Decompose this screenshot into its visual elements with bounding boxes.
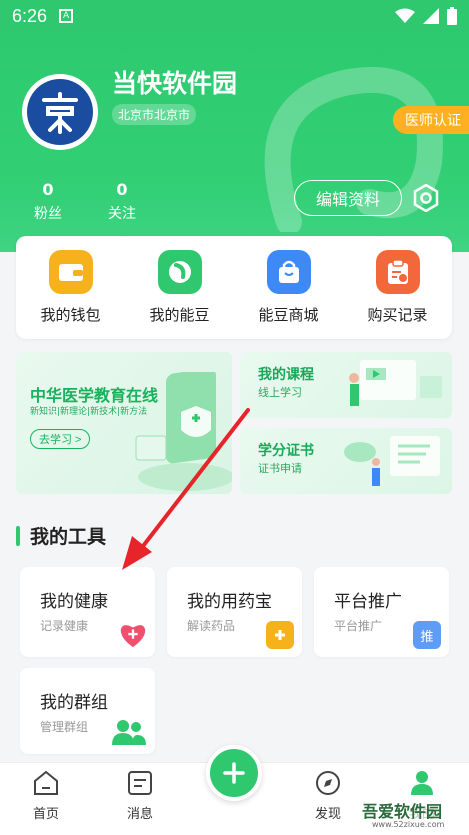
clipboard-icon bbox=[375, 250, 420, 294]
platform-promotion-card[interactable]: 平台推广 平台推广 推 bbox=[314, 567, 449, 657]
fans-count: 0 bbox=[42, 180, 54, 199]
my-groups-card[interactable]: 我的群组 管理群组 bbox=[20, 668, 155, 754]
avatar-logo-icon bbox=[27, 79, 93, 145]
medicine-assistant-card[interactable]: 我的用药宝 解读药品 bbox=[167, 567, 302, 657]
certificate-subtitle: 证书申请 bbox=[258, 462, 302, 475]
wallet-icon bbox=[48, 250, 93, 294]
profile-header: 当快软件园 北京市北京市 医师认证 0 粉丝 0 关注 编辑资料 bbox=[0, 32, 469, 252]
signal-icon bbox=[423, 8, 439, 24]
health-subtitle: 记录健康 bbox=[40, 619, 89, 633]
my-health-card[interactable]: 我的健康 记录健康 bbox=[20, 567, 155, 657]
tab-discover-label: 发现 bbox=[314, 807, 341, 822]
course-title: 我的课程 bbox=[258, 367, 314, 383]
user-name: 当快软件园 bbox=[112, 69, 238, 98]
certificate-title: 学分证书 bbox=[258, 443, 314, 459]
status-icons bbox=[395, 7, 457, 25]
add-post-button[interactable] bbox=[206, 745, 262, 801]
fans-stat[interactable]: 0 粉丝 bbox=[34, 180, 62, 223]
bean-button[interactable]: 我的能豆 bbox=[130, 250, 230, 325]
promo-subtitle: 平台推广 bbox=[334, 619, 383, 633]
quick-actions-card: 我的钱包 我的能豆 能豆商城 购买记录 bbox=[16, 236, 452, 339]
follow-count: 0 bbox=[116, 180, 128, 199]
user-icon bbox=[411, 771, 433, 795]
plus-icon bbox=[223, 762, 245, 784]
wallet-label: 我的钱包 bbox=[40, 306, 101, 324]
status-bar: 6:26 A bbox=[0, 0, 469, 32]
follow-stat[interactable]: 0 关注 bbox=[108, 180, 136, 223]
wifi-icon bbox=[395, 8, 415, 23]
battery-icon bbox=[447, 7, 457, 25]
settings-icon[interactable] bbox=[412, 184, 440, 212]
bean-label: 我的能豆 bbox=[149, 306, 210, 324]
credit-certificate-banner[interactable]: 学分证书 证书申请 bbox=[240, 428, 452, 494]
wallet-button[interactable]: 我的钱包 bbox=[21, 250, 121, 325]
tab-discover[interactable]: 发现 bbox=[293, 769, 363, 822]
watermark-text: 吾爱软件园 bbox=[360, 798, 445, 822]
purchase-history-label: 购买记录 bbox=[367, 306, 428, 324]
bean-mall-button[interactable]: 能豆商城 bbox=[239, 250, 339, 325]
promote-icon: 推 bbox=[413, 621, 441, 649]
heart-plus-icon bbox=[119, 621, 147, 649]
tab-messages-label: 消息 bbox=[126, 807, 153, 822]
message-icon bbox=[128, 771, 152, 795]
group-icon bbox=[111, 718, 147, 746]
promo-title: 平台推广 bbox=[334, 592, 402, 612]
doctor-verify-button[interactable]: 医师认证 bbox=[393, 106, 469, 134]
medicine-box-icon bbox=[266, 621, 294, 649]
edit-profile-button[interactable]: 编辑资料 bbox=[294, 180, 402, 216]
bean-mall-label: 能豆商城 bbox=[258, 306, 319, 324]
home-icon bbox=[34, 770, 58, 795]
tools-section-title: 我的工具 bbox=[16, 522, 106, 549]
follow-label: 关注 bbox=[108, 206, 136, 222]
compass-icon bbox=[316, 771, 340, 795]
tab-messages[interactable]: 消息 bbox=[105, 769, 175, 822]
location-badge: 北京市北京市 bbox=[112, 104, 197, 125]
health-title: 我的健康 bbox=[40, 592, 108, 612]
medical-education-banner[interactable]: 中华医学教育在线 新知识|新理论|新技术|新方法 去学习 > bbox=[16, 352, 232, 494]
go-study-button[interactable]: 去学习 > bbox=[30, 429, 91, 449]
tab-home[interactable]: 首页 bbox=[11, 769, 81, 822]
groups-title: 我的群组 bbox=[40, 693, 108, 713]
avatar[interactable] bbox=[22, 74, 98, 150]
section-accent-bar bbox=[16, 525, 20, 546]
my-courses-banner[interactable]: 我的课程 线上学习 bbox=[240, 352, 452, 418]
course-illustration-icon bbox=[349, 360, 442, 406]
meds-subtitle: 解读药品 bbox=[187, 619, 236, 633]
sim-icon: A bbox=[59, 9, 74, 23]
fans-label: 粉丝 bbox=[34, 206, 62, 222]
groups-subtitle: 管理群组 bbox=[40, 720, 89, 734]
watermark-url: www.52zixue.com bbox=[372, 820, 445, 829]
shopping-bag-icon bbox=[266, 250, 311, 294]
bean-icon bbox=[157, 250, 202, 294]
tools-section-label: 我的工具 bbox=[30, 526, 107, 548]
tab-home-label: 首页 bbox=[32, 807, 59, 822]
phone-shield-illustration-icon bbox=[135, 372, 232, 491]
purchase-history-button[interactable]: 购买记录 bbox=[348, 250, 448, 325]
meds-title: 我的用药宝 bbox=[187, 592, 272, 612]
status-time: 6:26 bbox=[12, 5, 48, 26]
course-subtitle: 线上学习 bbox=[258, 386, 302, 399]
certificate-illustration-icon bbox=[344, 436, 440, 486]
